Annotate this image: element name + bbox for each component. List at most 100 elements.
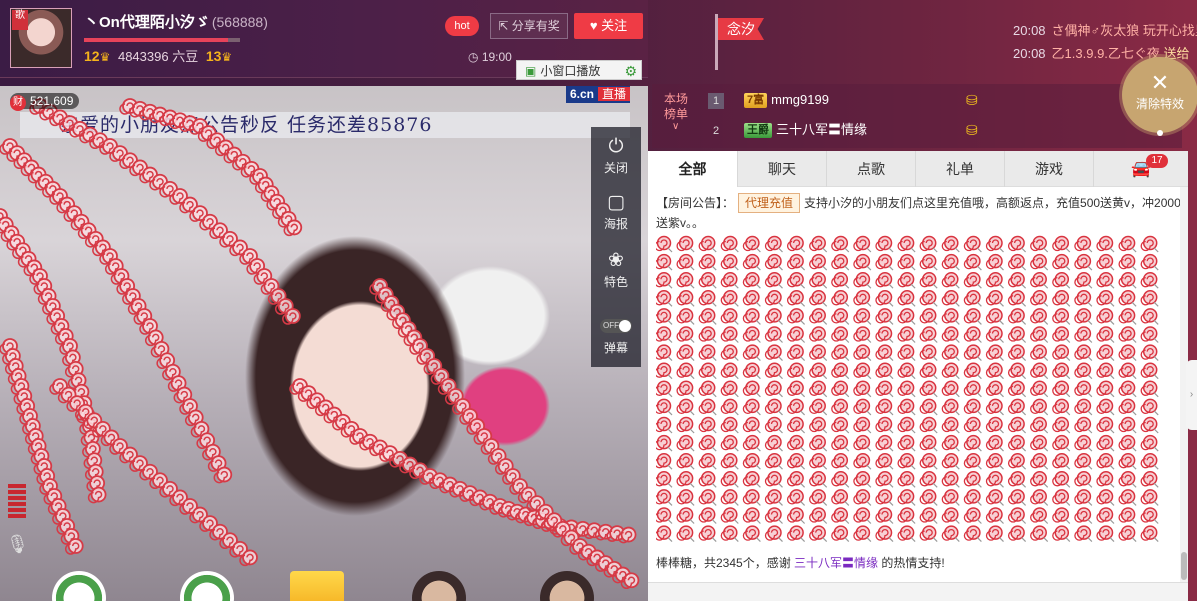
special-color-button[interactable]: ❀ 特色 [591,249,641,290]
lollipop-icon [786,362,806,380]
small-window-button[interactable]: ▣ 小窗口播放 ⚙ [516,60,642,80]
lollipop-icon [698,362,717,380]
tab-chat[interactable]: 聊天 [738,151,827,187]
rank-user-name[interactable]: 三十八军〓情缘 [776,122,867,137]
live-label: 直播 [598,87,631,101]
lollipop-icon [1118,489,1137,506]
lollipop-icon [1052,271,1071,289]
lollipop-icon [1140,489,1159,506]
lollipop-icon [875,525,894,543]
tab-gift-list[interactable]: 礼单 [916,151,1005,187]
lollipop-icon [1140,308,1159,325]
lollipop-icon [786,416,806,434]
lollipop-icon [853,489,872,506]
lollipop-icon [875,471,894,488]
video-player[interactable]: 亲爱的小朋友点公告秒反 任务还差85876 财 521,609 6.cn 直播 ⏻ 关… [0,86,648,601]
anchor-name[interactable]: 丶On代理陌小汐ゞ (568888) [84,11,268,32]
gift-item[interactable] [290,571,344,601]
lollipop-icon [656,471,673,488]
lollipop-icon [831,271,850,289]
lollipop-icon [786,235,806,253]
lollipop-icon [1052,380,1071,398]
microphone-icon[interactable]: 🎙 [6,534,29,556]
lollipop-icon [656,253,673,271]
lollipop-icon [897,507,916,524]
lollipop-icon [853,525,872,543]
lollipop-icon [963,525,982,543]
share-icon: ⇱ [498,19,512,33]
anchor-avatar[interactable]: 歌 [10,8,72,68]
ranking-row[interactable]: 1 7富 mmg9199 [708,89,829,111]
tab-song-request[interactable]: 点歌 [827,151,916,187]
lollipop-icon [786,434,806,452]
agent-recharge-link[interactable]: 代理充值 [738,193,801,213]
volume-meter[interactable] [8,484,26,528]
barrage-toggle-button[interactable]: OFF 弹幕 [591,317,641,356]
lollipop-icon [809,235,828,253]
lollipop-icon [1030,235,1049,253]
lollipop-icon [1030,326,1049,343]
gift-item[interactable] [540,571,594,601]
video-stream[interactable] [0,86,648,601]
chat-scrollbar-thumb[interactable] [1181,552,1187,580]
viewer-count-text: 521,609 [30,94,74,108]
lollipop-icon [1052,471,1071,488]
lollipop-icon [786,253,806,271]
lollipop-icon [919,344,938,362]
chevron-down-icon[interactable]: ∨ [672,121,679,132]
barrage-toggle[interactable]: OFF [600,319,632,333]
lollipop-icon [1030,507,1049,524]
lollipop-icon [963,290,982,307]
lollipop-icon [941,471,960,488]
lollipop-icon [698,308,717,325]
power-icon: ⏻ [608,136,624,157]
lollipop-icon [963,489,982,506]
gift-item[interactable] [412,571,466,601]
ranking-row[interactable]: 2 王爵 三十八军〓情缘 [708,119,867,141]
lollipop-icon [676,434,695,452]
tab-games[interactable]: 游戏 [1005,151,1094,187]
lollipop-icon [676,471,695,488]
lollipop-icon [985,525,1004,543]
lollipop-icon [1052,452,1071,470]
chat-area[interactable]: 【房间公告】： 代理充值 支持小汐的小朋友们点这里充值哦，高额返点，充值500送黄v… [648,187,1188,582]
lollipop-icon [1074,290,1093,307]
lollipop-icon [720,344,739,362]
lollipop-icon [656,525,673,543]
lollipop-icon [1030,489,1049,506]
lollipop-icon [941,308,960,325]
announcement-row[interactable]: 20:08 さ偶神♂灰太狼 玩开心找里 [1013,20,1197,39]
small-window-label: 小窗口播放 [540,64,601,78]
lollipop-icon [1096,398,1115,416]
lollipop-icon [853,434,872,452]
side-expand-tab[interactable]: › [1186,360,1197,430]
rank-user-name[interactable]: mmg9199 [771,92,829,107]
follow-button[interactable]: ♥ 关注 [574,13,643,39]
lollipop-icon [1007,452,1027,470]
poster-button[interactable]: ▢ 海报 [591,191,641,232]
lollipop-icon [720,362,739,380]
lollipop-icon [919,489,938,506]
lollipop-icon [698,489,717,506]
lollipop-icon [809,362,828,380]
gear-icon[interactable]: ⚙ [624,61,637,81]
tab-all[interactable]: 全部 [648,151,738,187]
share-button[interactable]: ⇱ 分享有奖 [490,13,568,39]
ranking-label[interactable]: 本场榜单 [660,92,692,122]
lollipop-icon [1118,507,1137,524]
lollipop-icon [742,253,761,271]
lollipop-icon [919,308,938,325]
lollipop-icon [720,489,739,506]
palette-icon: ❀ [608,250,624,271]
room-notice-text: 支持小汐的小朋友们点这里充值哦，高额返点，充值500送黄v，冲2000送紫v。。 [656,196,1181,230]
close-video-button[interactable]: ⏻ 关闭 [591,135,641,176]
chat-input-bar[interactable] [648,582,1188,601]
gift-item[interactable] [52,571,106,601]
anchor-name-text[interactable]: 丶On代理陌小汐ゞ [84,14,210,31]
gift-item[interactable] [180,571,234,601]
gift-strip [0,571,648,601]
thanks-user-name[interactable]: 三十八军〓情缘 [794,556,878,570]
lollipop-icon [1030,416,1049,434]
tab-cars[interactable]: 🚘 17 [1094,151,1188,187]
clear-effects-button[interactable]: ✕ 清除特效 [1122,57,1197,133]
